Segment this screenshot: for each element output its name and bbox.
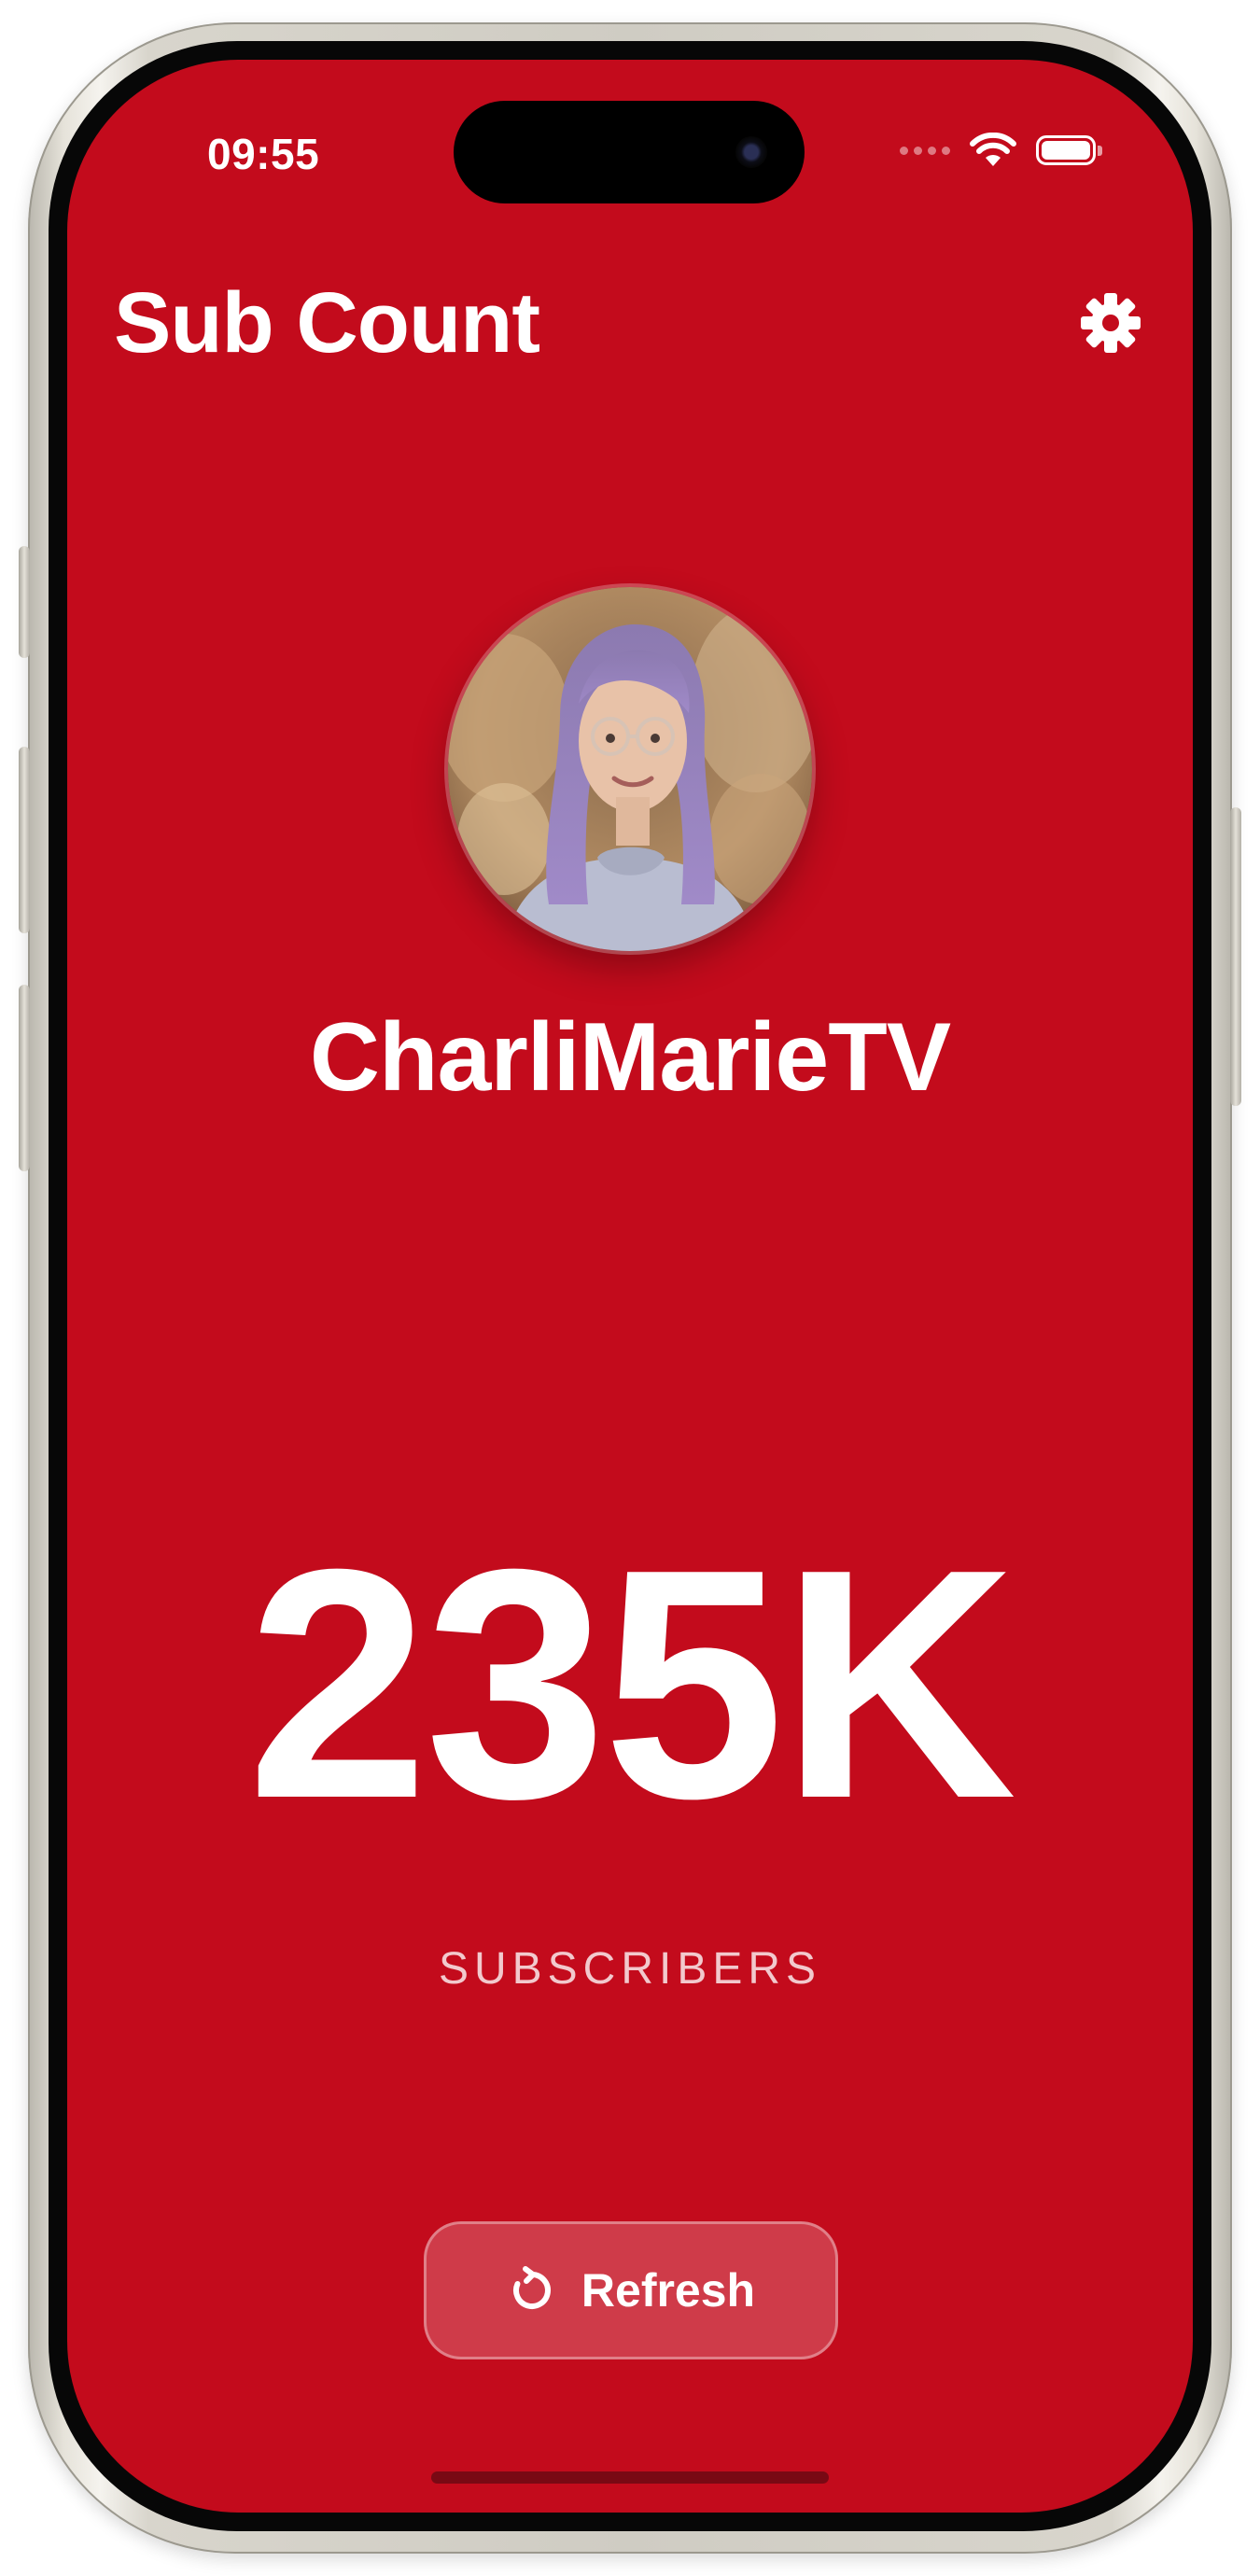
signal-dots-icon: [900, 146, 950, 155]
wifi-icon: [970, 133, 1016, 166]
front-camera: [735, 136, 767, 168]
gear-icon[interactable]: [1077, 289, 1144, 357]
action-button: [19, 546, 30, 658]
volume-down-button: [19, 985, 30, 1171]
dynamic-island: [454, 101, 805, 203]
refresh-button[interactable]: Refresh: [424, 2221, 838, 2359]
subscriber-label: SUBSCRIBERS: [438, 1944, 822, 1994]
channel-name: CharliMarieTV: [309, 1003, 951, 1112]
subscriber-count: 235K: [246, 1502, 1017, 1867]
home-indicator[interactable]: [431, 2471, 829, 2484]
status-time: 09:55: [207, 130, 320, 178]
status-indicators: [900, 133, 1102, 168]
channel-avatar: [448, 587, 812, 951]
refresh-button-label: Refresh: [581, 2264, 756, 2317]
page-title: Sub Count: [114, 275, 540, 371]
app-screen: 09:55 Sub Count CharliMarieTV 235K SUBSC…: [67, 60, 1193, 2513]
volume-up-button: [19, 747, 30, 933]
refresh-icon: [512, 2266, 551, 2309]
battery-full-icon: [1036, 135, 1102, 165]
power-button: [1230, 807, 1241, 1106]
